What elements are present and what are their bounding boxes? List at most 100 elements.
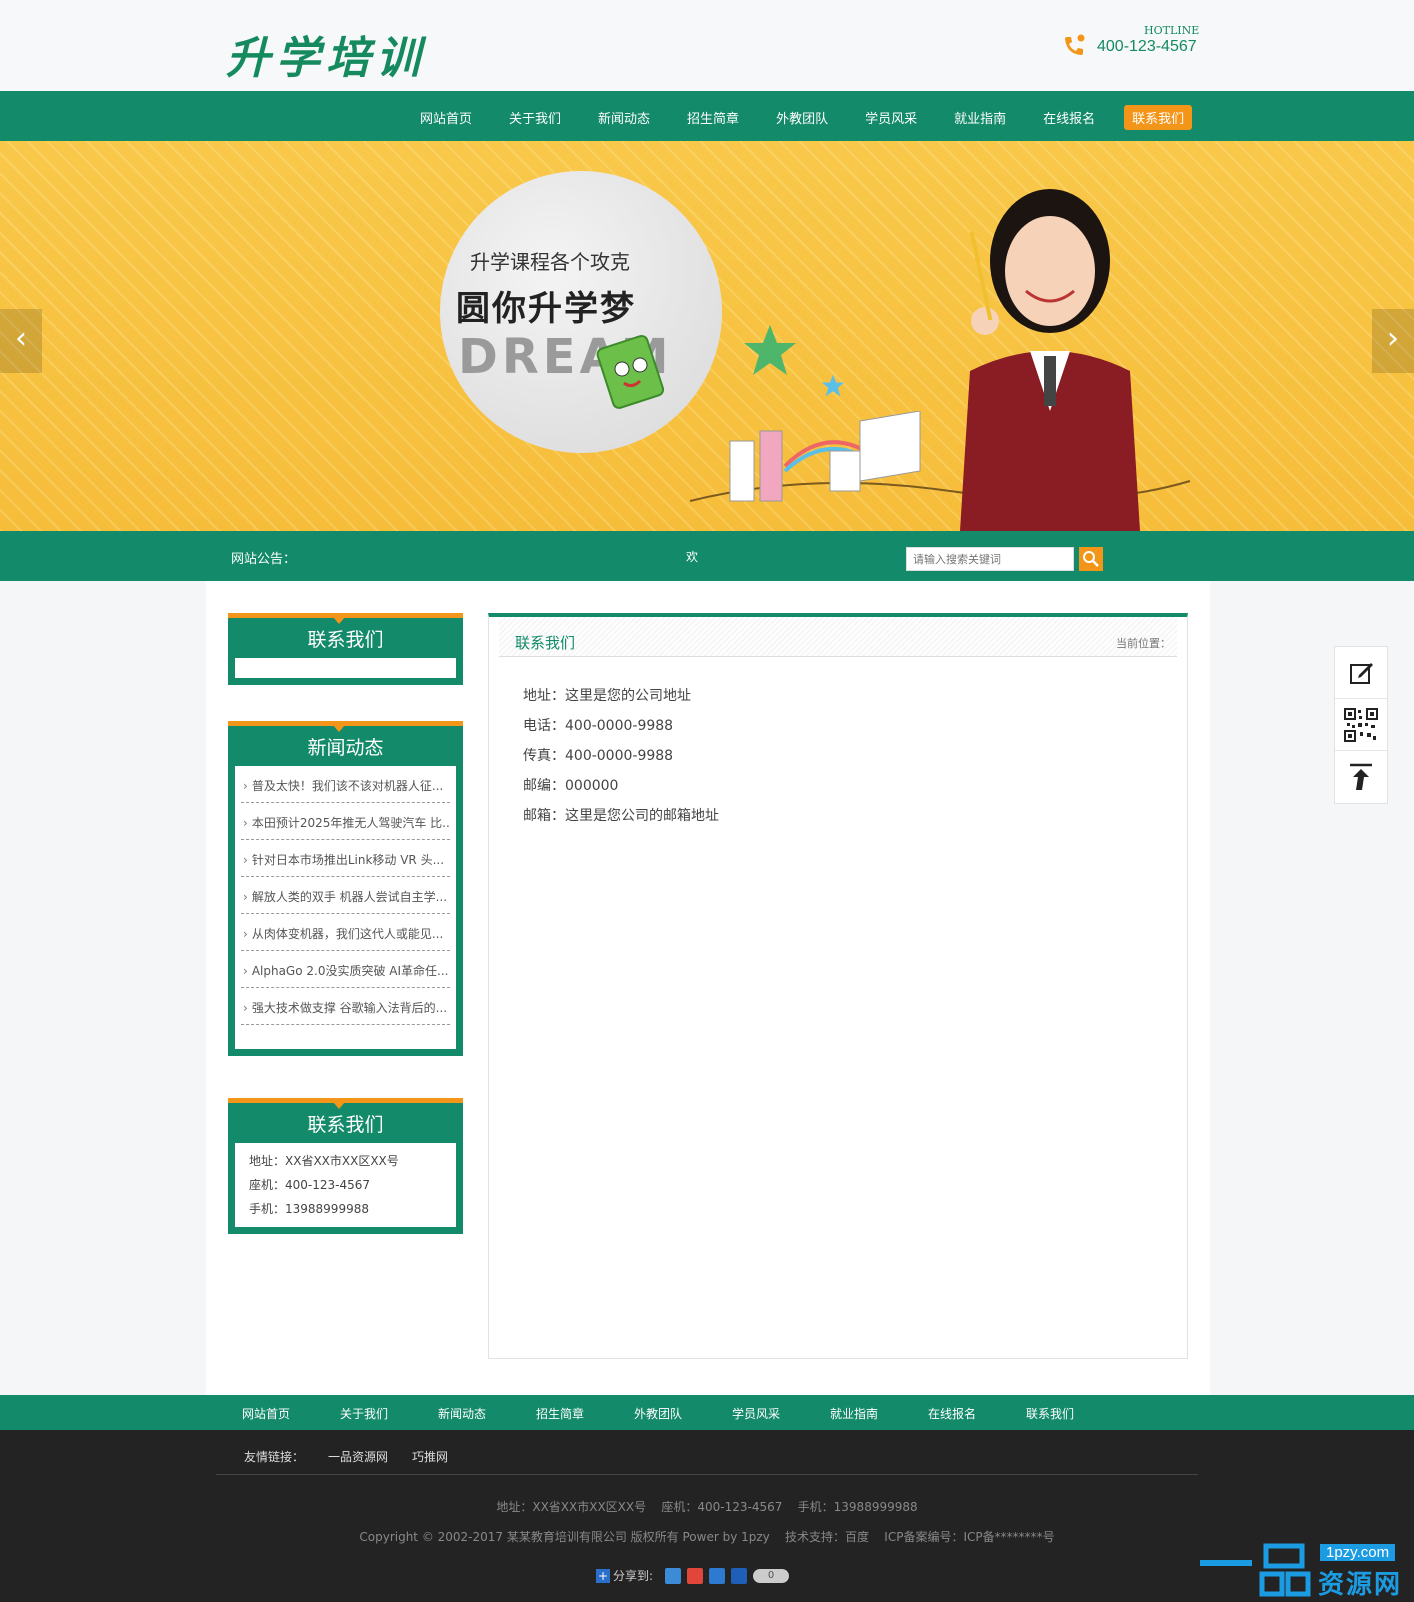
nav-item[interactable]: 联系我们	[1124, 105, 1193, 130]
hotline-label: HOTLINE	[1144, 24, 1200, 37]
contact-line: 地址：XX省XX市XX区XX号	[249, 1154, 399, 1168]
nav-item[interactable]: 在线报名	[1035, 105, 1103, 130]
weibo-share-icon[interactable]	[687, 1567, 704, 1584]
main-nav: 网站首页 关于我们 新闻动态 招生简章 外教团队 学员风采 就业指南 在线报名 联系我们	[0, 91, 1414, 141]
nav-item[interactable]: 招生简章	[679, 105, 747, 130]
share-bar: + 分享到: 0	[596, 1567, 790, 1584]
footer-nav-item[interactable]: 招生简章	[536, 1405, 634, 1422]
news-title[interactable]: 解放人类的双手 机器人尝试自主学...	[252, 890, 447, 904]
contact-list: 地址：XX省XX市XX区XX号 座机：400-123-4567 手机：1398899…	[235, 1143, 456, 1227]
nav-item[interactable]: 外教团队	[768, 105, 836, 130]
footer-nav-item[interactable]: 关于我们	[340, 1405, 438, 1422]
news-list-item[interactable]: › 解放人类的双手 机器人尝试自主学...	[241, 877, 450, 914]
news-title[interactable]: 本田预计2025年推无人驾驶汽车 比...	[252, 816, 450, 830]
friend-links: 友情链接： 一品资源网 巧推网	[216, 1430, 1198, 1475]
box-notch	[333, 725, 345, 732]
news-list-item[interactable]: › 本田预计2025年推无人驾驶汽车 比...	[241, 803, 450, 840]
star-icon	[744, 325, 796, 375]
banner-prev-button[interactable]: ‹	[0, 309, 42, 373]
footer-nav-item[interactable]: 学员风采	[732, 1405, 830, 1422]
tencent-share-icon[interactable]	[709, 1567, 726, 1584]
edit-icon	[1350, 662, 1373, 684]
site-logo[interactable]: 升学培训	[226, 22, 426, 86]
news-title[interactable]: 强大技术做支撑 谷歌输入法背后的...	[252, 1001, 447, 1015]
nav-item[interactable]: 关于我们	[501, 105, 569, 130]
arrow-up-icon	[1350, 763, 1372, 790]
notice-marquee: 欢	[686, 550, 699, 564]
hotline-number: 400-123-4567	[1097, 38, 1197, 55]
main-content-area: 联系我们 新闻动态 › 普及太快！我们该不该对机器人征... › 本田预计2025年推…	[206, 581, 1210, 1395]
news-title[interactable]: 从肉体变机器，我们这代人或能见...	[252, 927, 443, 941]
message-tool-button[interactable]	[1335, 647, 1387, 699]
sidebar-contact-title: 联系我们	[307, 1114, 384, 1136]
nav-item[interactable]: 网站首页	[412, 105, 480, 130]
contact-info-line: 地址：这里是您的公司地址	[523, 688, 691, 704]
nav-item[interactable]: 新闻动态	[590, 105, 658, 130]
footer-nav-item[interactable]: 网站首页	[242, 1405, 340, 1422]
sidebar-box-title: 联系我们	[307, 629, 384, 651]
news-title[interactable]: AlphaGo 2.0没实质突破 AI革命任...	[252, 964, 449, 978]
news-list-item[interactable]: › 强大技术做支撑 谷歌输入法背后的...	[241, 988, 450, 1025]
friend-link[interactable]: 一品资源网	[328, 1448, 388, 1465]
footer-nav-item[interactable]: 新闻动态	[438, 1405, 536, 1422]
news-list: › 普及太快！我们该不该对机器人征... › 本田预计2025年推无人驾驶汽车 比..…	[235, 766, 456, 1049]
search-icon	[1083, 551, 1099, 567]
share-plus-icon[interactable]: +	[596, 1568, 610, 1583]
student-girl-image	[960, 189, 1140, 531]
nav-item[interactable]: 就业指南	[946, 105, 1014, 130]
chevron-right-icon: ›	[243, 853, 248, 867]
sidebar-box-body	[235, 658, 456, 678]
box-notch	[333, 617, 345, 624]
nav-item[interactable]: 学员风采	[857, 105, 925, 130]
news-list-item[interactable]: › 针对日本市场推出Link移动 VR 头...	[241, 840, 450, 877]
floating-toolbar	[1334, 646, 1388, 804]
contact-info-line: 传真：400-0000-9988	[523, 748, 674, 764]
contact-info: 地址：这里是您的公司地址 电话：400-0000-9988 传真：400-0000-…	[489, 657, 1187, 855]
sidebar-contact-box: 联系我们 地址：XX省XX市XX区XX号 座机：400-123-4567 手机：13…	[228, 1098, 463, 1234]
nav-list: 网站首页 关于我们 新闻动态 招生简章 外教团队 学员风采 就业指南 在线报名 联系我们	[412, 105, 1213, 130]
friend-links-label: 友情链接：	[244, 1450, 305, 1464]
news-list-item[interactable]: › AlphaGo 2.0没实质突破 AI革命任...	[241, 951, 450, 988]
sidebar-news-title: 新闻动态	[307, 737, 384, 759]
back-to-top-button[interactable]	[1335, 751, 1387, 803]
news-list-item[interactable]: › 从肉体变机器，我们这代人或能见...	[241, 914, 450, 951]
footer-nav-item[interactable]: 外教团队	[634, 1405, 732, 1422]
qzone-share-icon[interactable]	[665, 1567, 682, 1584]
contact-line: 座机：400-123-4567	[249, 1178, 371, 1192]
contact-info-line: 邮箱：这里是您公司的邮箱地址	[523, 808, 719, 824]
content-panel: 联系我们 当前位置： 地址：这里是您的公司地址 电话：400-0000-9988 传…	[488, 613, 1188, 1359]
banner-title: 圆你升学梦	[456, 289, 636, 329]
footer-nav-item[interactable]: 在线报名	[928, 1405, 1026, 1422]
box-notch	[333, 1102, 345, 1109]
content-title: 联系我们	[515, 634, 576, 652]
hero-banner: 升学课程各个攻克 圆你升学梦 DREAM ‹ ›	[0, 141, 1414, 531]
notice-label: 网站公告：	[231, 552, 297, 567]
news-list-item[interactable]: › 普及太快！我们该不该对机器人征...	[241, 766, 450, 803]
contact-info-line: 电话：400-0000-9988	[523, 718, 674, 734]
notice-bar: 网站公告： 欢	[0, 531, 1414, 581]
footer-nav: 网站首页 关于我们 新闻动态 招生简章 外教团队 学员风采 就业指南 在线报名 联系我们	[0, 1395, 1414, 1430]
chevron-right-icon: ›	[243, 890, 248, 904]
watermark-url: 1pzy.com	[1320, 1544, 1396, 1561]
site-header: 升学培训 HOTLINE 400-123-4567	[0, 0, 1414, 91]
qrcode-tool-button[interactable]	[1335, 699, 1387, 751]
chevron-right-icon: ›	[243, 816, 248, 830]
sidebar-contact-box-top: 联系我们	[228, 613, 463, 685]
breadcrumb: 当前位置：	[1116, 637, 1171, 650]
search-button[interactable]	[1079, 547, 1103, 571]
contact-line: 手机：13988999988	[249, 1202, 369, 1216]
share-count: 0	[753, 1568, 790, 1583]
footer-nav-item[interactable]: 联系我们	[1026, 1405, 1124, 1422]
banner-next-button[interactable]: ›	[1372, 309, 1414, 373]
chevron-right-icon: ›	[243, 964, 248, 978]
book-mascot-icon	[596, 334, 665, 409]
search-input[interactable]	[906, 547, 1074, 571]
friend-link[interactable]: 巧推网	[412, 1448, 448, 1465]
qrcode-icon	[1344, 707, 1378, 742]
chevron-right-icon: ›	[243, 1001, 248, 1015]
news-title[interactable]: 普及太快！我们该不该对机器人征...	[252, 779, 443, 793]
renren-share-icon[interactable]	[731, 1567, 748, 1584]
phone-icon	[1065, 34, 1085, 55]
news-title[interactable]: 针对日本市场推出Link移动 VR 头...	[252, 853, 444, 867]
footer-nav-item[interactable]: 就业指南	[830, 1405, 928, 1422]
